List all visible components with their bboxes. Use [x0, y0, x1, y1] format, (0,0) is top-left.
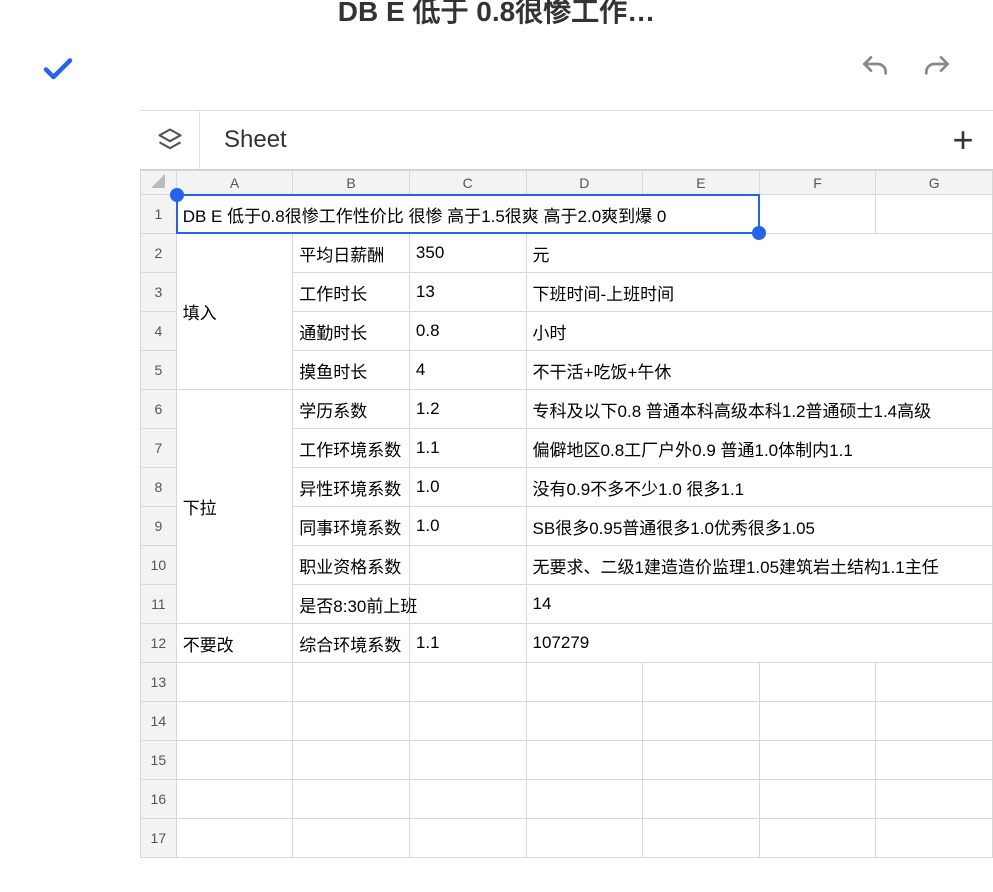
row-header-1[interactable]: 1 — [141, 195, 177, 234]
row-header-15[interactable]: 15 — [141, 741, 177, 780]
cell-B8[interactable]: 异性环境系数 — [293, 468, 410, 507]
cell-C4[interactable]: 0.8 — [409, 312, 526, 351]
redo-icon[interactable] — [921, 52, 953, 89]
cell-D5[interactable]: 不干活+吃饭+午休 — [526, 351, 992, 390]
cell-C5[interactable]: 4 — [409, 351, 526, 390]
cell-B11[interactable]: 是否8:30前上班 — [293, 585, 410, 624]
sheet-tab[interactable]: Sheet — [200, 111, 311, 169]
cell-B10[interactable]: 职业资格系数 — [293, 546, 410, 585]
spreadsheet[interactable]: A B C D E F G 1 DB E 低于0.8很惨工作性价比 很惨 高于1… — [140, 170, 993, 858]
col-header-G[interactable]: G — [876, 171, 993, 195]
row-6: 6 下拉 学历系数 1.2 专科及以下0.8 普通本科高级本科1.2普通硕士1.… — [141, 390, 993, 429]
row-header-11[interactable]: 11 — [141, 585, 177, 624]
cell-C6[interactable]: 1.2 — [409, 390, 526, 429]
cell-D4[interactable]: 小时 — [526, 312, 992, 351]
cell-A2[interactable]: 填入 — [176, 234, 293, 390]
cell-text: DB E 低于0.8很惨工作性价比 很惨 高于1.5很爽 高于2.0爽到爆 0 — [183, 207, 667, 226]
cell-D6[interactable]: 专科及以下0.8 普通本科高级本科1.2普通硕士1.4高级 — [526, 390, 992, 429]
row-header-6[interactable]: 6 — [141, 390, 177, 429]
row-16: 16 — [141, 780, 993, 819]
top-bar: DB E 低于 0.8很惨工作… — [0, 0, 993, 20]
cell-B2[interactable]: 平均日薪酬 — [293, 234, 410, 273]
cell-C10[interactable] — [409, 546, 526, 585]
row-14: 14 — [141, 702, 993, 741]
grid-table: A B C D E F G 1 DB E 低于0.8很惨工作性价比 很惨 高于1… — [140, 170, 993, 858]
confirm-icon[interactable] — [40, 50, 76, 91]
cell-D8[interactable]: 没有0.9不多不少1.0 很多1.1 — [526, 468, 992, 507]
row-header-13[interactable]: 13 — [141, 663, 177, 702]
cell-A6[interactable]: 下拉 — [176, 390, 293, 624]
row-15: 15 — [141, 741, 993, 780]
row-header-16[interactable]: 16 — [141, 780, 177, 819]
cell-D9[interactable]: SB很多0.95普通很多1.0优秀很多1.05 — [526, 507, 992, 546]
layers-button[interactable] — [140, 111, 200, 169]
cell-D11[interactable]: 14 — [526, 585, 992, 624]
row-header-10[interactable]: 10 — [141, 546, 177, 585]
cell-B4[interactable]: 通勤时长 — [293, 312, 410, 351]
row-header-4[interactable]: 4 — [141, 312, 177, 351]
col-header-D[interactable]: D — [526, 171, 643, 195]
add-sheet-button[interactable]: + — [933, 111, 993, 169]
row-header-14[interactable]: 14 — [141, 702, 177, 741]
row-2: 2 填入 平均日薪酬 350 元 — [141, 234, 993, 273]
col-header-C[interactable]: C — [409, 171, 526, 195]
row-header-7[interactable]: 7 — [141, 429, 177, 468]
column-header-row: A B C D E F G — [141, 171, 993, 195]
row-header-17[interactable]: 17 — [141, 819, 177, 858]
cell-A13[interactable] — [176, 663, 293, 702]
row-header-9[interactable]: 9 — [141, 507, 177, 546]
col-header-B[interactable]: B — [293, 171, 410, 195]
row-header-8[interactable]: 8 — [141, 468, 177, 507]
cell-D10[interactable]: 无要求、二级1建造造价监理1.05建筑岩土结构1.1主任 — [526, 546, 992, 585]
cell-C7[interactable]: 1.1 — [409, 429, 526, 468]
col-header-F[interactable]: F — [759, 171, 876, 195]
row-12: 12 不要改 综合环境系数 1.1 107279 — [141, 624, 993, 663]
cell-A12[interactable]: 不要改 — [176, 624, 293, 663]
cell-B6[interactable]: 学历系数 — [293, 390, 410, 429]
cell-D3[interactable]: 下班时间-上班时间 — [526, 273, 992, 312]
row-header-12[interactable]: 12 — [141, 624, 177, 663]
cell-C8[interactable]: 1.0 — [409, 468, 526, 507]
cell-B3[interactable]: 工作时长 — [293, 273, 410, 312]
row-13: 13 — [141, 663, 993, 702]
row-header-2[interactable]: 2 — [141, 234, 177, 273]
row-17: 17 — [141, 819, 993, 858]
cell-F1[interactable] — [759, 195, 876, 234]
undo-icon[interactable] — [859, 52, 891, 89]
cell-D12[interactable]: 107279 — [526, 624, 992, 663]
sheet-tab-bar: Sheet + — [140, 110, 993, 170]
toolbar — [0, 20, 993, 110]
cell-B12[interactable]: 综合环境系数 — [293, 624, 410, 663]
cell-C11[interactable] — [409, 585, 526, 624]
col-header-A[interactable]: A — [176, 171, 293, 195]
cell-C2[interactable]: 350 — [409, 234, 526, 273]
row-header-3[interactable]: 3 — [141, 273, 177, 312]
cell-B5[interactable]: 摸鱼时长 — [293, 351, 410, 390]
cell-C12[interactable]: 1.1 — [409, 624, 526, 663]
row-1: 1 DB E 低于0.8很惨工作性价比 很惨 高于1.5很爽 高于2.0爽到爆 … — [141, 195, 993, 234]
row-header-5[interactable]: 5 — [141, 351, 177, 390]
cell-G1[interactable] — [876, 195, 993, 234]
cell-C9[interactable]: 1.0 — [409, 507, 526, 546]
cell-B7[interactable]: 工作环境系数 — [293, 429, 410, 468]
cell-C3[interactable]: 13 — [409, 273, 526, 312]
cell-D7[interactable]: 偏僻地区0.8工厂户外0.9 普通1.0体制内1.1 — [526, 429, 992, 468]
cell-B9[interactable]: 同事环境系数 — [293, 507, 410, 546]
col-header-E[interactable]: E — [643, 171, 760, 195]
cell-A1[interactable]: DB E 低于0.8很惨工作性价比 很惨 高于1.5很爽 高于2.0爽到爆 0 — [176, 195, 759, 234]
document-title: DB E 低于 0.8很惨工作… — [338, 0, 655, 30]
